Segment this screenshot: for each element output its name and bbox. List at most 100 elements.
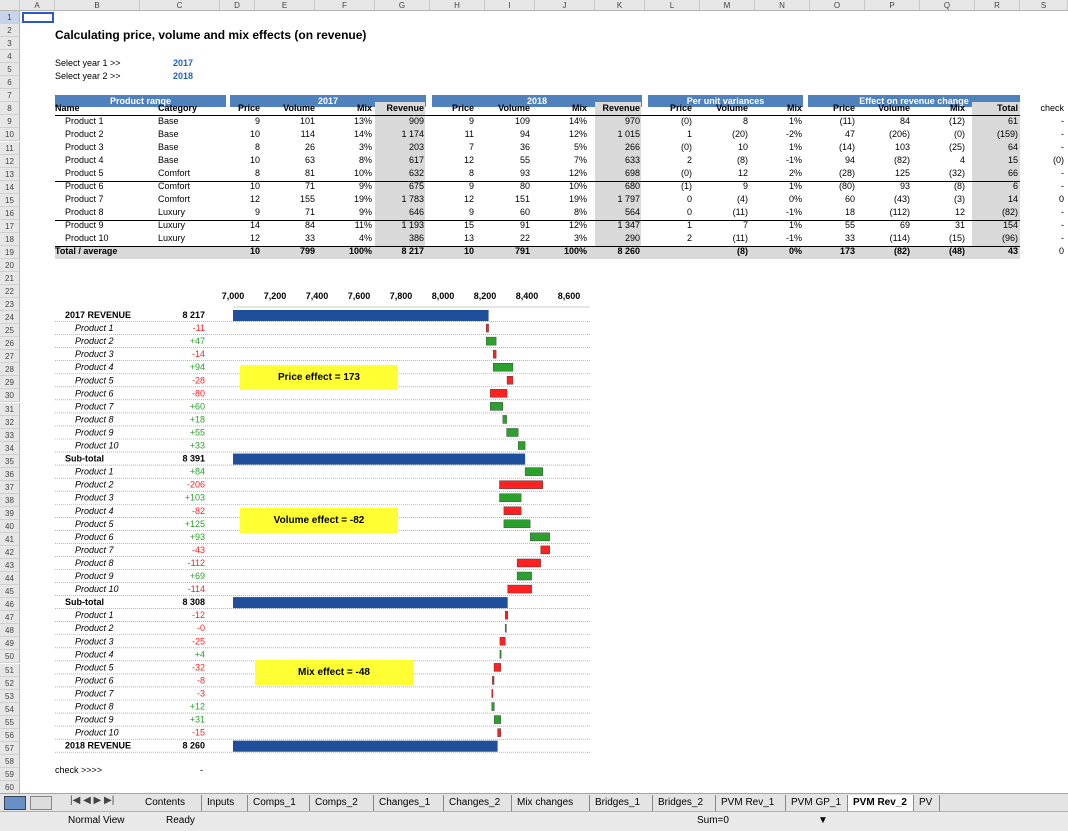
row-header[interactable]: 32 bbox=[0, 415, 20, 429]
row-header[interactable]: 27 bbox=[0, 350, 20, 364]
sheet-tab[interactable]: Changes_1 bbox=[374, 795, 444, 811]
row-header[interactable]: 56 bbox=[0, 728, 20, 742]
row-header[interactable]: 25 bbox=[0, 324, 20, 338]
column-header[interactable]: A bbox=[20, 0, 55, 11]
row-header[interactable]: 33 bbox=[0, 428, 20, 442]
sheet-tab[interactable]: Comps_2 bbox=[310, 795, 374, 811]
column-header[interactable]: G bbox=[375, 0, 430, 11]
row-header[interactable]: 1 bbox=[0, 11, 20, 25]
row-header[interactable]: 29 bbox=[0, 376, 20, 390]
row-header[interactable]: 21 bbox=[0, 272, 20, 286]
row-header[interactable]: 45 bbox=[0, 585, 20, 599]
year1-input[interactable]: 2017 bbox=[173, 57, 193, 70]
row-header[interactable]: 8 bbox=[0, 102, 20, 116]
row-header[interactable]: 5 bbox=[0, 63, 20, 77]
sheet-tab[interactable]: Inputs bbox=[202, 795, 248, 811]
view-buttons[interactable] bbox=[4, 796, 56, 810]
row-header[interactable]: 15 bbox=[0, 193, 20, 207]
normal-view-icon[interactable] bbox=[4, 796, 26, 810]
column-header[interactable]: M bbox=[700, 0, 755, 11]
row-header[interactable]: 6 bbox=[0, 76, 20, 90]
tab-scroll-arrows[interactable]: |◀ ◀ ▶ ▶| bbox=[70, 795, 114, 806]
status-dropdown-icon[interactable]: ▼ bbox=[818, 815, 828, 826]
row-header[interactable]: 36 bbox=[0, 467, 20, 481]
row-header[interactable]: 17 bbox=[0, 219, 20, 233]
page-layout-icon[interactable] bbox=[30, 796, 52, 810]
sheet-tab[interactable]: PVM Rev_1 bbox=[716, 795, 786, 811]
year2-input[interactable]: 2018 bbox=[173, 70, 193, 83]
row-header[interactable]: 57 bbox=[0, 741, 20, 755]
column-header[interactable]: F bbox=[315, 0, 375, 11]
column-header[interactable]: I bbox=[485, 0, 535, 11]
column-header[interactable]: H bbox=[430, 0, 485, 11]
sheet-tab[interactable]: Bridges_2 bbox=[653, 795, 716, 811]
row-header[interactable]: 11 bbox=[0, 141, 20, 155]
column-header[interactable]: O bbox=[810, 0, 865, 11]
row-header[interactable]: 18 bbox=[0, 232, 20, 246]
row-header[interactable]: 47 bbox=[0, 611, 20, 625]
row-header[interactable]: 10 bbox=[0, 128, 20, 142]
row-header[interactable]: 3 bbox=[0, 37, 20, 51]
sheet-tab[interactable]: Contents bbox=[140, 795, 202, 811]
active-cell[interactable] bbox=[22, 12, 54, 23]
row-header[interactable]: 9 bbox=[0, 115, 20, 129]
sheet-tab[interactable]: Mix changes bbox=[512, 795, 590, 811]
sheet-tab[interactable]: Bridges_1 bbox=[590, 795, 653, 811]
row-header[interactable]: 40 bbox=[0, 519, 20, 533]
row-header[interactable]: 37 bbox=[0, 480, 20, 494]
sheet-tab[interactable]: PVM Rev_2 bbox=[848, 795, 914, 811]
row-header[interactable]: 35 bbox=[0, 454, 20, 468]
row-header[interactable]: 52 bbox=[0, 676, 20, 690]
row-header[interactable]: 44 bbox=[0, 572, 20, 586]
column-header[interactable]: S bbox=[1020, 0, 1068, 11]
sheet-tab[interactable]: PVM GP_1 bbox=[786, 795, 848, 811]
row-header[interactable]: 13 bbox=[0, 167, 20, 181]
row-header[interactable]: 50 bbox=[0, 650, 20, 664]
row-header[interactable]: 53 bbox=[0, 689, 20, 703]
row-header[interactable]: 12 bbox=[0, 154, 20, 168]
row-header[interactable]: 2 bbox=[0, 24, 20, 38]
row-header[interactable]: 59 bbox=[0, 767, 20, 781]
sheet-tab[interactable]: Changes_2 bbox=[444, 795, 512, 811]
row-header[interactable]: 24 bbox=[0, 311, 20, 325]
row-header[interactable]: 16 bbox=[0, 206, 20, 220]
row-header[interactable]: 55 bbox=[0, 715, 20, 729]
row-header[interactable]: 23 bbox=[0, 298, 20, 312]
row-header[interactable]: 43 bbox=[0, 559, 20, 573]
sheet-tab[interactable]: Comps_1 bbox=[248, 795, 310, 811]
column-header[interactable]: P bbox=[865, 0, 920, 11]
select-all-corner[interactable] bbox=[0, 0, 20, 11]
row-header[interactable]: 26 bbox=[0, 337, 20, 351]
column-header[interactable]: L bbox=[645, 0, 700, 11]
sheet-tab[interactable]: PV bbox=[914, 795, 940, 811]
row-header[interactable]: 46 bbox=[0, 598, 20, 612]
row-header[interactable]: 48 bbox=[0, 624, 20, 638]
row-header[interactable]: 22 bbox=[0, 285, 20, 299]
column-header[interactable]: B bbox=[55, 0, 140, 11]
row-header[interactable]: 30 bbox=[0, 389, 20, 403]
row-header[interactable]: 14 bbox=[0, 180, 20, 194]
row-header[interactable]: 41 bbox=[0, 533, 20, 547]
column-header[interactable]: D bbox=[220, 0, 255, 11]
row-header[interactable]: 4 bbox=[0, 50, 20, 64]
column-header[interactable]: R bbox=[975, 0, 1020, 11]
row-header[interactable]: 51 bbox=[0, 663, 20, 677]
row-header[interactable]: 58 bbox=[0, 754, 20, 768]
column-header[interactable]: Q bbox=[920, 0, 975, 11]
row-header[interactable]: 7 bbox=[0, 89, 20, 103]
row-header[interactable]: 34 bbox=[0, 441, 20, 455]
row-header[interactable]: 31 bbox=[0, 402, 20, 416]
row-header[interactable]: 54 bbox=[0, 702, 20, 716]
column-header[interactable]: C bbox=[140, 0, 220, 11]
row-header[interactable]: 19 bbox=[0, 245, 20, 259]
row-header[interactable]: 42 bbox=[0, 546, 20, 560]
column-header[interactable]: N bbox=[755, 0, 810, 11]
row-header[interactable]: 49 bbox=[0, 637, 20, 651]
row-header[interactable]: 38 bbox=[0, 493, 20, 507]
row-header[interactable]: 39 bbox=[0, 506, 20, 520]
row-header[interactable]: 28 bbox=[0, 363, 20, 377]
column-header[interactable]: J bbox=[535, 0, 595, 11]
column-header[interactable]: K bbox=[595, 0, 645, 11]
row-header[interactable]: 20 bbox=[0, 258, 20, 272]
column-header[interactable]: E bbox=[255, 0, 315, 11]
